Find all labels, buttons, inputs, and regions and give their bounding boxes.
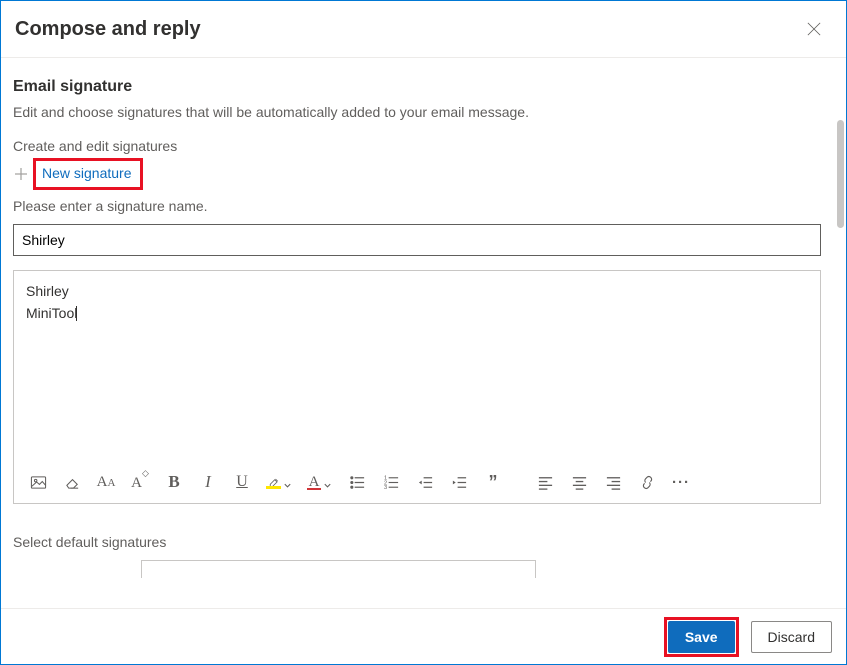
font-family-button[interactable]: AA: [96, 471, 116, 493]
align-center-icon: [571, 474, 588, 491]
more-options-button[interactable]: ···: [671, 471, 691, 493]
image-icon: [30, 474, 47, 491]
decrease-indent-button[interactable]: [415, 471, 435, 493]
enter-name-prompt: Please enter a signature name.: [13, 198, 832, 214]
svg-text:3: 3: [383, 485, 386, 491]
signature-name-input[interactable]: [13, 224, 821, 256]
create-edit-label: Create and edit signatures: [13, 138, 832, 154]
new-signature-row: New signature: [13, 158, 832, 190]
clear-formatting-button[interactable]: [62, 471, 82, 493]
align-left-button[interactable]: [535, 471, 555, 493]
outdent-icon: [417, 474, 434, 491]
close-icon: [807, 22, 821, 36]
panel-title: Compose and reply: [15, 18, 201, 41]
panel-footer: Save Discard: [1, 608, 846, 664]
quote-button[interactable]: ”: [483, 471, 503, 493]
default-signature-select[interactable]: [141, 560, 536, 578]
eraser-icon: [64, 474, 81, 491]
align-right-button[interactable]: [603, 471, 623, 493]
panel-header: Compose and reply: [1, 1, 846, 58]
numbered-list-icon: 123: [383, 474, 400, 491]
editor-toolbar: AA A◇ B I U A: [14, 461, 820, 503]
font-family-icon: AA: [97, 474, 116, 491]
numbered-list-button[interactable]: 123: [381, 471, 401, 493]
align-right-icon: [605, 474, 622, 491]
editor-line-1: Shirley: [26, 283, 69, 299]
font-size-button[interactable]: A◇: [130, 471, 150, 493]
close-button[interactable]: [800, 15, 828, 43]
signature-editor-body[interactable]: Shirley MiniTool: [14, 271, 820, 461]
increase-indent-button[interactable]: [449, 471, 469, 493]
bullet-list-icon: [349, 474, 366, 491]
chevron-down-icon: [283, 477, 293, 487]
align-left-icon: [537, 474, 554, 491]
italic-button[interactable]: I: [198, 471, 218, 493]
font-color-button[interactable]: A: [307, 471, 333, 493]
signature-editor: Shirley MiniTool AA A◇ B I U: [13, 270, 821, 504]
insert-link-button[interactable]: [637, 471, 657, 493]
new-signature-link[interactable]: New signature: [33, 158, 143, 190]
align-center-button[interactable]: [569, 471, 589, 493]
save-button-highlight: Save: [664, 617, 739, 657]
save-button[interactable]: Save: [668, 621, 735, 653]
default-signatures-label: Select default signatures: [13, 534, 832, 550]
email-signature-heading: Email signature: [13, 78, 832, 96]
plus-icon: [13, 166, 29, 182]
text-cursor: [76, 306, 77, 321]
highlight-button[interactable]: [266, 471, 293, 493]
indent-icon: [451, 474, 468, 491]
insert-image-button[interactable]: [28, 471, 48, 493]
editor-line-2: MiniTool: [26, 305, 77, 321]
settings-panel: Compose and reply Email signature Edit a…: [0, 0, 847, 665]
discard-button[interactable]: Discard: [751, 621, 832, 653]
email-signature-description: Edit and choose signatures that will be …: [13, 104, 832, 120]
panel-content: Email signature Edit and choose signatur…: [1, 58, 846, 608]
chevron-down-icon: [323, 477, 333, 487]
highlight-icon: [266, 476, 281, 489]
bullet-list-button[interactable]: [347, 471, 367, 493]
scrollbar-thumb[interactable]: [837, 120, 844, 228]
link-icon: [639, 474, 656, 491]
underline-button[interactable]: U: [232, 471, 252, 493]
font-size-icon: A◇: [131, 473, 149, 492]
bold-button[interactable]: B: [164, 471, 184, 493]
font-color-icon: A: [307, 475, 321, 490]
